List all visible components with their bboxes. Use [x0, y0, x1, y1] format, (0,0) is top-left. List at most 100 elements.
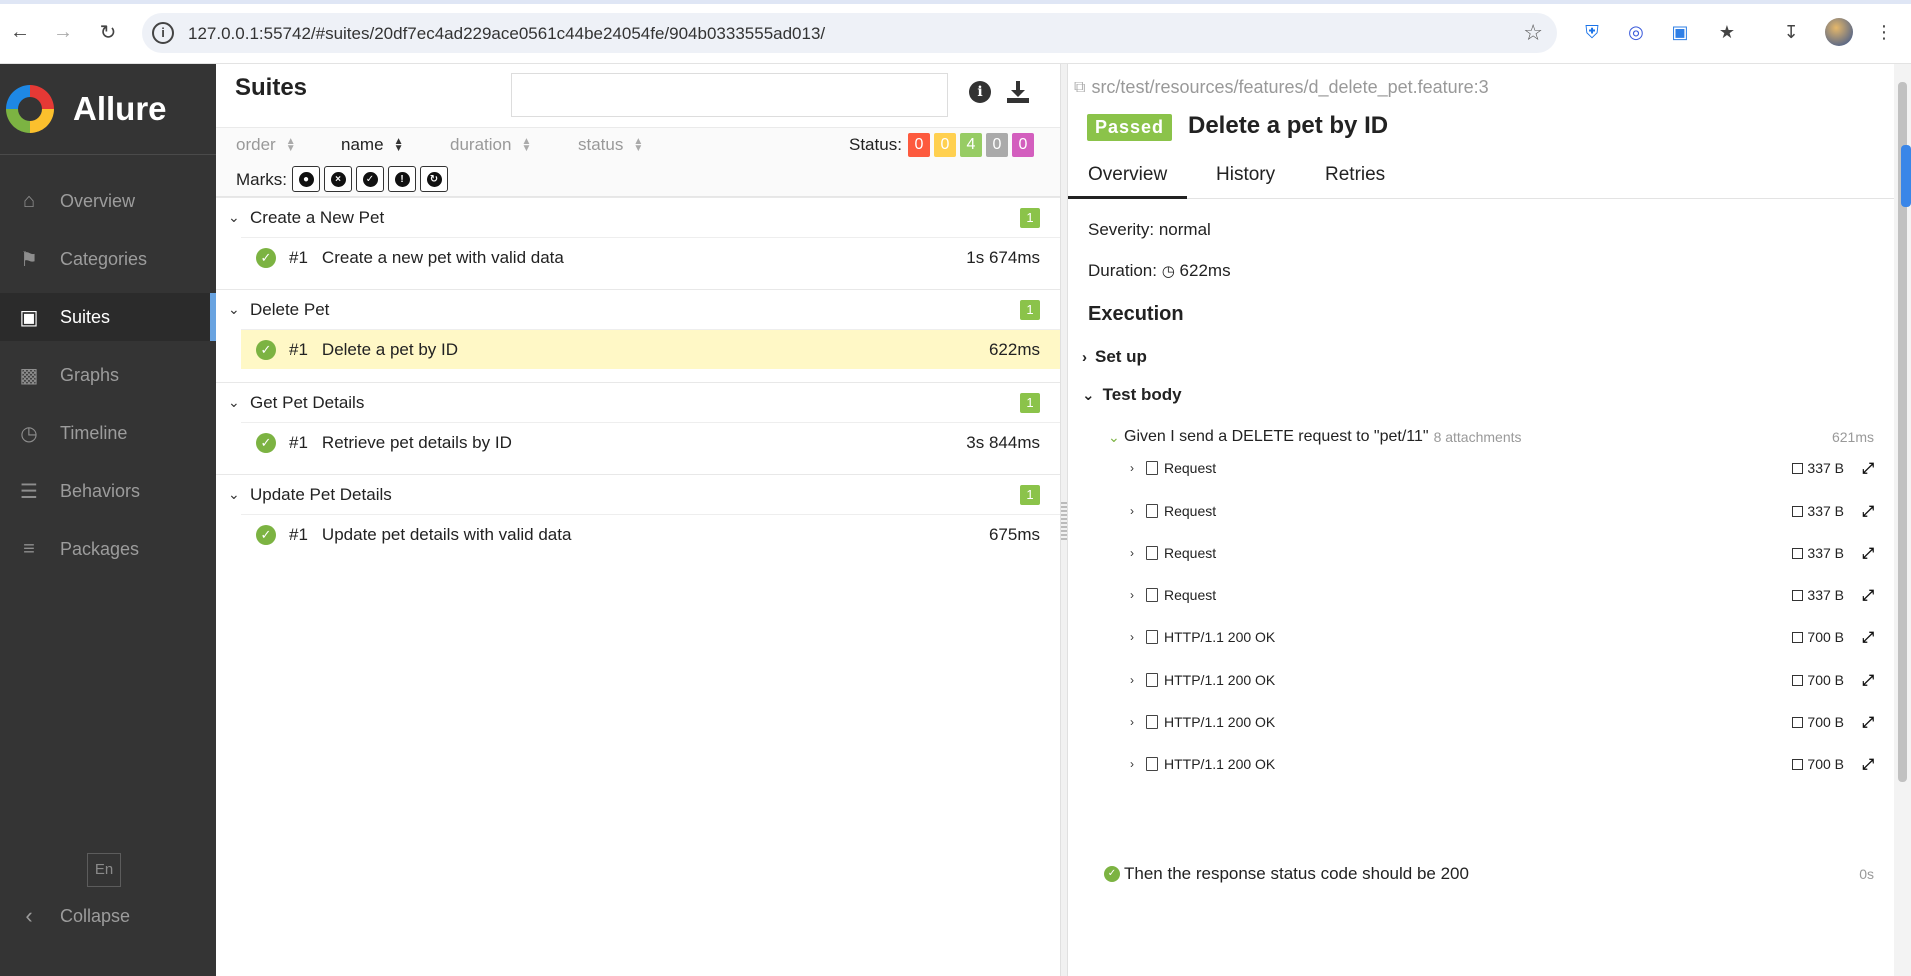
test-body-toggle[interactable]: ⌄ Test body: [1082, 385, 1182, 405]
search-input[interactable]: [511, 73, 948, 117]
save-icon: [1792, 505, 1804, 517]
then-step[interactable]: ✓ Then the response status code should b…: [1104, 860, 1874, 888]
sort-arrows-icon: ▲ ▼: [633, 136, 644, 154]
attachment-size: 337 B: [1792, 503, 1844, 519]
test-detail-pane: ⧉ src/test/resources/features/d_delete_p…: [1068, 64, 1894, 976]
status-skipped-badge[interactable]: 0: [986, 133, 1008, 157]
square-extension-icon[interactable]: ▣: [1668, 20, 1692, 44]
save-icon: [1792, 631, 1804, 643]
puzzle-extension-icon[interactable]: ★: [1715, 20, 1739, 44]
file-icon: [1146, 504, 1158, 518]
sidebar-item-behaviors[interactable]: ☰ Behaviors: [0, 467, 216, 515]
forward-icon[interactable]: →: [49, 18, 77, 46]
address-bar[interactable]: i 127.0.0.1:55742/#suites/20df7ec4ad229a…: [142, 13, 1557, 53]
expand-icon[interactable]: ⤢: [1862, 545, 1874, 562]
status-broken-badge[interactable]: 0: [934, 133, 956, 157]
mark-new-broken-button[interactable]: !: [388, 166, 416, 192]
home-icon: ⌂: [22, 189, 36, 212]
expand-icon[interactable]: ⤢: [1862, 503, 1874, 520]
suite-group-get-pet-details[interactable]: ⌄ Get Pet Details 1: [216, 382, 1060, 422]
mark-flaky-button[interactable]: ●: [292, 166, 320, 192]
shield-extension-icon[interactable]: ⛨: [1580, 20, 1604, 44]
language-button[interactable]: En: [87, 853, 121, 887]
brand-name: Allure: [73, 90, 167, 127]
menu-kebab-icon[interactable]: ⋮: [1872, 20, 1896, 44]
test-row[interactable]: ✓ #1 Create a new pet with valid data 1s…: [241, 237, 1060, 277]
attachment-row[interactable]: › Request 337 B ⤢: [1130, 453, 1874, 483]
tab-overview[interactable]: Overview: [1068, 152, 1188, 199]
suite-group-delete-pet[interactable]: ⌄ Delete Pet 1: [216, 289, 1060, 329]
back-icon[interactable]: ←: [6, 18, 34, 46]
mark-new-passed-button[interactable]: ✓: [356, 166, 384, 192]
chevron-right-icon: ›: [1130, 630, 1134, 644]
expand-icon[interactable]: ⤢: [1862, 672, 1874, 689]
save-icon: [1792, 589, 1804, 601]
attachment-row[interactable]: › HTTP/1.1 200 OK 700 B ⤢: [1130, 665, 1874, 695]
sort-status-button[interactable]: status ▲ ▼: [578, 135, 643, 155]
attachment-row[interactable]: › Request 337 B ⤢: [1130, 538, 1874, 568]
attachment-row[interactable]: › Request 337 B ⤢: [1130, 496, 1874, 526]
then-step-text: Then the response status code should be …: [1124, 864, 1469, 883]
test-row[interactable]: ✓ #1 Retrieve pet details by ID 3s 844ms: [241, 422, 1060, 462]
tab-retries[interactable]: Retries: [1305, 152, 1405, 199]
splitter-grip-icon[interactable]: [1061, 502, 1067, 542]
expand-icon[interactable]: ⤢: [1862, 629, 1874, 646]
suite-group-update-pet-details[interactable]: ⌄ Update Pet Details 1: [216, 474, 1060, 514]
attachment-row[interactable]: › HTTP/1.1 200 OK 700 B ⤢: [1130, 622, 1874, 652]
sort-order-button[interactable]: order ▲ ▼: [236, 135, 296, 155]
chevron-down-icon: ⌄: [228, 209, 240, 225]
expand-icon[interactable]: ⤢: [1862, 756, 1874, 773]
status-badge: Passed: [1087, 114, 1173, 141]
copy-icon[interactable]: ⧉: [1074, 79, 1085, 97]
file-icon: [1146, 630, 1158, 644]
sidebar-item-categories[interactable]: ⚑ Categories: [0, 235, 216, 283]
sidebar-item-overview[interactable]: ⌂ Overview: [0, 177, 216, 225]
status-failed-badge[interactable]: 0: [908, 133, 930, 157]
info-icon[interactable]: i: [968, 80, 992, 104]
sidebar-item-timeline[interactable]: ◷ Timeline: [0, 409, 216, 457]
detail-tabs: Overview History Retries: [1068, 152, 1894, 199]
feature-path[interactable]: ⧉ src/test/resources/features/d_delete_p…: [1074, 77, 1489, 98]
attachment-size: 337 B: [1792, 545, 1844, 561]
attachment-row[interactable]: › HTTP/1.1 200 OK 700 B ⤢: [1130, 707, 1874, 737]
sidebar-item-graphs[interactable]: ▩ Graphs: [0, 351, 216, 399]
spiral-extension-icon[interactable]: ◎: [1624, 20, 1648, 44]
test-duration: 675ms: [988, 525, 1040, 544]
suite-name: Get Pet Details: [250, 392, 365, 412]
site-info-icon[interactable]: i: [152, 22, 174, 44]
attachment-row[interactable]: › Request 337 B ⤢: [1130, 580, 1874, 610]
align-left-icon: ≡: [23, 537, 35, 560]
attachment-row[interactable]: › HTTP/1.1 200 OK 700 B ⤢: [1130, 749, 1874, 779]
passed-check-icon: ✓: [256, 432, 276, 453]
reload-icon[interactable]: ↻: [94, 18, 122, 46]
download-report-icon[interactable]: [1006, 80, 1030, 104]
brand[interactable]: Allure: [0, 64, 216, 154]
sidebar-item-packages[interactable]: ≡ Packages: [0, 525, 216, 573]
sidebar-item-label: Graphs: [60, 364, 120, 385]
given-step[interactable]: ⌄ Given I send a DELETE request to "pet/…: [1108, 423, 1874, 451]
mark-new-failed-button[interactable]: ×: [324, 166, 352, 192]
feature-path-text: src/test/resources/features/d_delete_pet…: [1091, 77, 1489, 97]
sidebar-item-suites[interactable]: ▣ Suites: [0, 293, 216, 341]
collapse-button[interactable]: ‹ Collapse: [0, 894, 216, 938]
expand-icon[interactable]: ⤢: [1862, 460, 1874, 477]
briefcase-icon: ▣: [19, 306, 39, 329]
bookmark-star-icon[interactable]: ☆: [1523, 20, 1543, 46]
expand-icon[interactable]: ⤢: [1862, 587, 1874, 604]
chevron-down-icon: ⌄: [1108, 428, 1120, 445]
test-number: #1: [289, 524, 308, 544]
expand-icon[interactable]: ⤢: [1862, 714, 1874, 731]
sort-duration-button[interactable]: duration ▲ ▼: [450, 135, 531, 155]
setup-toggle[interactable]: › Set up: [1082, 347, 1147, 367]
test-row-selected[interactable]: ✓ #1 Delete a pet by ID 622ms: [241, 329, 1060, 369]
status-unknown-badge[interactable]: 0: [1012, 133, 1034, 157]
tab-history[interactable]: History: [1196, 152, 1295, 199]
profile-avatar[interactable]: [1825, 18, 1853, 46]
test-row[interactable]: ✓ #1 Update pet details with valid data …: [241, 514, 1060, 554]
sort-name-button[interactable]: name ▲ ▼: [341, 135, 404, 155]
suite-group-create-a-new-pet[interactable]: ⌄ Create a New Pet 1: [216, 197, 1060, 237]
status-passed-badge[interactable]: 4: [960, 133, 982, 157]
mark-retries-button[interactable]: ↻: [420, 166, 448, 192]
download-icon[interactable]: ↧: [1779, 20, 1803, 44]
url-text[interactable]: 127.0.0.1:55742/#suites/20df7ec4ad229ace…: [188, 24, 825, 44]
